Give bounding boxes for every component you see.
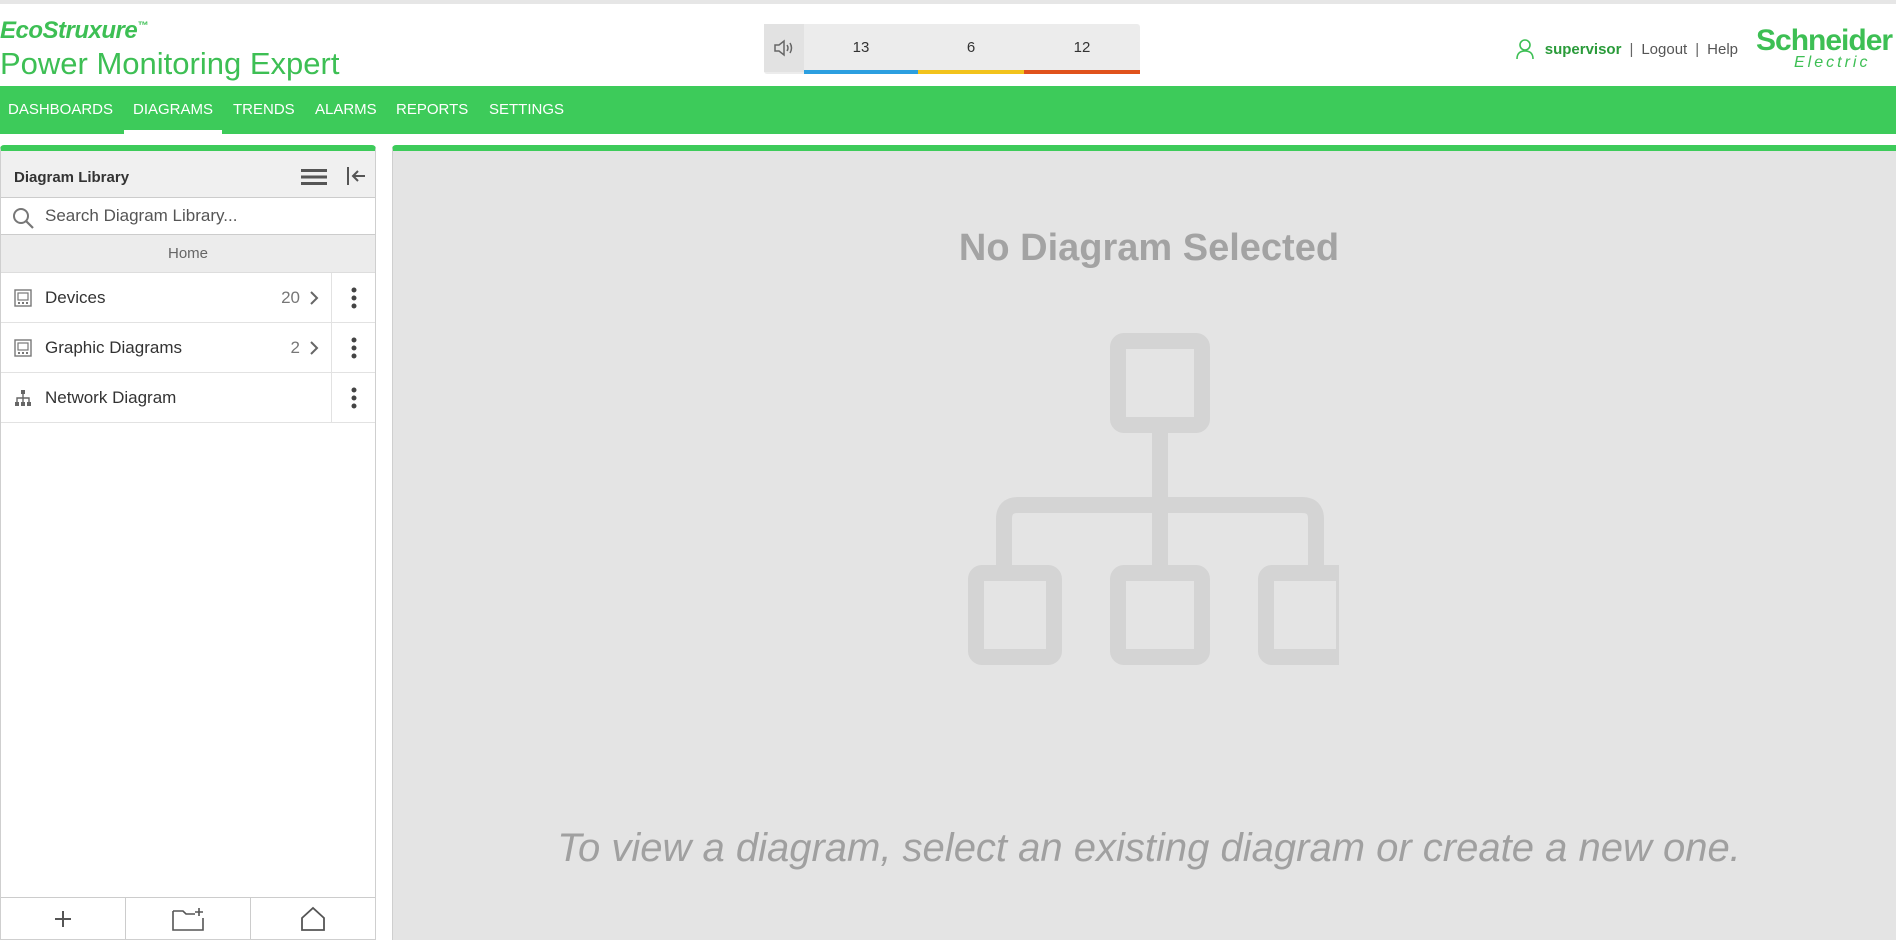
alarm-sound-button[interactable] [764,24,804,72]
empty-state-message: To view a diagram, select an existing di… [557,826,1741,870]
list-item-count: 2 [290,338,300,357]
list-item-label: Graphic Diagrams [45,338,182,357]
alarm-summary[interactable]: 13 6 12 [764,24,1140,74]
alarm-high-bar [1024,70,1140,74]
username[interactable]: supervisor [1545,41,1622,58]
alarm-medium-bar [918,70,1024,74]
alarm-high[interactable]: 12 [1024,24,1140,74]
nav-reports[interactable]: REPORTS [396,86,468,134]
more-vertical-icon [351,387,357,408]
more-options-button[interactable] [331,323,376,372]
hierarchy-diagram-icon [968,333,1339,665]
library-title: Diagram Library [14,169,130,186]
plus-icon [55,910,71,927]
chevron-right-icon[interactable] [309,340,319,356]
home-icon [301,906,325,931]
more-options-button[interactable] [331,373,376,422]
alarm-low-count: 13 [852,39,870,56]
list-item[interactable]: Graphic Diagrams 2 [1,323,375,373]
speaker-icon [774,39,793,57]
separator: | [1629,40,1634,58]
suite-logo: EcoStruxure™ [0,17,148,44]
diagram-library-panel: Diagram Library Home Devices 20 [0,145,376,940]
help-link[interactable]: Help [1707,41,1738,58]
vendor-logo: Schneider Electric [1756,24,1896,72]
breadcrumb[interactable]: Home [1,235,375,273]
top-bar: EcoStruxure™ Power Monitoring Expert 13 … [0,0,1896,86]
list-item-label: Devices [45,288,106,307]
alarm-medium-count: 6 [966,39,976,56]
vendor-name: Schneider [1756,24,1893,57]
list-item-count: 20 [281,288,300,307]
more-vertical-icon [351,287,357,308]
list-item-label: Network Diagram [45,388,177,407]
add-diagram-button[interactable] [1,898,126,939]
add-folder-button[interactable] [126,898,251,939]
alarm-high-count: 12 [1073,39,1091,56]
new-folder-icon [172,907,204,931]
separator: | [1695,40,1700,58]
search-icon [13,208,34,229]
device-icon [14,339,32,357]
empty-state-title: No Diagram Selected [958,227,1340,269]
chevron-right-icon[interactable] [309,290,319,306]
user-icon [1515,39,1534,60]
nav-dashboards[interactable]: DASHBOARDS [8,86,113,134]
nav-alarms[interactable]: ALARMS [315,86,377,134]
nav-diagrams[interactable]: DIAGRAMS [123,86,223,134]
alarm-low-bar [804,70,918,74]
main-nav: DASHBOARDS DIAGRAMS TRENDS ALARMS REPORT… [0,86,1896,134]
home-button[interactable] [251,898,375,939]
search-input[interactable] [45,202,365,230]
list-item[interactable]: Devices 20 [1,273,375,323]
user-area: supervisor | Logout | Help [1515,38,1738,60]
network-icon [15,390,31,406]
logout-link[interactable]: Logout [1641,41,1687,58]
suite-name: EcoStruxure [0,17,138,44]
collapse-panel-icon[interactable] [345,165,367,187]
library-header: Diagram Library [1,151,375,197]
alarm-low[interactable]: 13 [804,24,918,74]
more-options-button[interactable] [331,273,376,322]
alarm-medium[interactable]: 6 [918,24,1024,74]
library-search [1,197,375,235]
nav-settings[interactable]: SETTINGS [489,86,564,134]
menu-icon[interactable] [301,167,327,187]
product-name: Power Monitoring Expert [0,46,340,81]
library-footer [1,897,375,939]
more-vertical-icon [351,337,357,358]
diagram-viewer: No Diagram Selected To view a diagram, s… [392,145,1896,940]
list-item[interactable]: Network Diagram [1,373,375,423]
device-icon [14,289,32,307]
nav-trends[interactable]: TRENDS [233,86,295,134]
